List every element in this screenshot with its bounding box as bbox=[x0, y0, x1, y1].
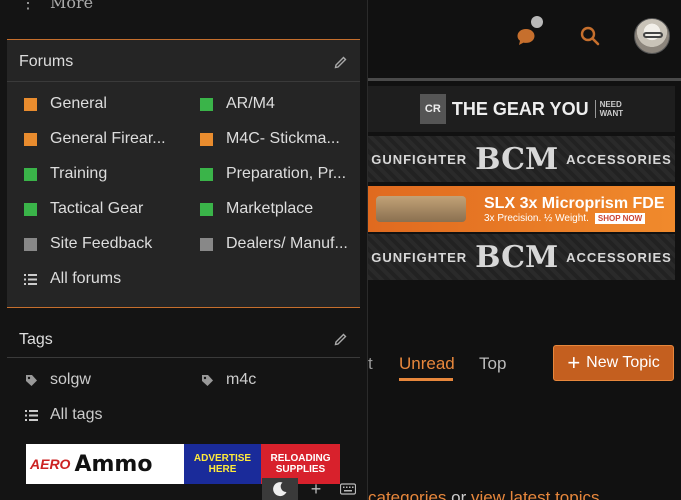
all-forums-link[interactable]: All forums bbox=[24, 270, 121, 288]
banner-bcm-2[interactable]: ★ GUNFIGHTER BCM ACCESSORIES ★ bbox=[368, 234, 675, 280]
nav-item-partial[interactable]: t bbox=[368, 354, 373, 374]
scope-image bbox=[376, 196, 466, 222]
forum-tactical-gear[interactable]: Tactical Gear bbox=[24, 200, 143, 218]
bcm-right: ACCESSORIES bbox=[566, 151, 672, 167]
forum-preparation[interactable]: Preparation, Pr... bbox=[200, 165, 346, 183]
tag-m4c[interactable]: m4c bbox=[201, 371, 256, 389]
forum-marketplace[interactable]: Marketplace bbox=[200, 200, 313, 218]
more-vertical-icon: ⋮ bbox=[20, 0, 36, 12]
gear-text: THE GEAR YOU bbox=[451, 98, 589, 119]
nav-item-unread[interactable]: Unread bbox=[399, 354, 455, 374]
bcm-logo: BCM bbox=[475, 239, 559, 275]
forum-training[interactable]: Training bbox=[24, 165, 107, 183]
forum-dealers[interactable]: Dealers/ Manuf... bbox=[200, 235, 348, 253]
edit-forums-button[interactable] bbox=[332, 53, 350, 71]
category-color-square bbox=[24, 167, 37, 181]
tags-divider bbox=[7, 357, 360, 358]
gear-logo: CR bbox=[419, 94, 446, 124]
category-color-square bbox=[200, 167, 213, 181]
bcm-logo: BCM bbox=[475, 141, 559, 177]
ammo-text: Ammo bbox=[74, 451, 153, 477]
pencil-icon bbox=[334, 56, 347, 69]
tags-title[interactable]: Tags bbox=[19, 331, 53, 349]
edit-tags-button[interactable] bbox=[332, 330, 350, 348]
plus-icon: + bbox=[567, 350, 581, 375]
user-avatar[interactable] bbox=[634, 18, 670, 54]
sidebar-more[interactable]: ⋮ More bbox=[20, 0, 93, 12]
forum-general[interactable]: General bbox=[24, 95, 107, 113]
categories-link[interactable]: categories bbox=[368, 488, 446, 500]
main-content: CR THE GEAR YOU NEED WANT ★ GUNFIGHTER B… bbox=[368, 0, 681, 500]
active-underline bbox=[399, 378, 453, 381]
bcm-left: GUNFIGHTER bbox=[371, 249, 468, 265]
category-color-square bbox=[24, 97, 37, 111]
moon-icon bbox=[273, 482, 287, 497]
sidebar: ⋮ More Forums General AR/M4 General Fire… bbox=[0, 0, 368, 500]
category-color-square bbox=[200, 237, 213, 251]
notification-dot bbox=[531, 16, 543, 28]
new-topic-label: New Topic bbox=[586, 354, 660, 371]
footer-links: categories or view latest topics bbox=[368, 488, 681, 500]
bcm-left: GUNFIGHTER bbox=[371, 151, 468, 167]
slx-headline: SLX 3x Microprism FDE bbox=[484, 194, 665, 212]
plus-icon: + bbox=[310, 478, 322, 499]
keyboard-shortcuts-button[interactable] bbox=[336, 478, 360, 500]
or-text: or bbox=[446, 488, 471, 500]
shop-now-button[interactable]: SHOP NOW bbox=[594, 212, 646, 224]
ad-aero-ammo[interactable]: AERO Ammo bbox=[26, 444, 184, 484]
category-color-square bbox=[24, 202, 37, 216]
aero-brand: AERO bbox=[30, 456, 71, 472]
gear-need-want: NEED WANT bbox=[594, 100, 623, 118]
search-icon bbox=[580, 26, 600, 46]
more-label: More bbox=[50, 0, 94, 12]
category-color-square bbox=[24, 237, 37, 251]
list-icon bbox=[25, 409, 38, 421]
search-button[interactable] bbox=[576, 22, 604, 50]
tag-solgw[interactable]: solgw bbox=[25, 371, 91, 389]
pencil-icon bbox=[334, 333, 347, 346]
tag-icon bbox=[202, 374, 213, 386]
banner-slx[interactable]: SLX 3x Microprism FDE 3x Precision. ½ We… bbox=[368, 186, 675, 232]
header-divider bbox=[368, 78, 681, 81]
banner-gear[interactable]: CR THE GEAR YOU NEED WANT bbox=[368, 86, 675, 132]
latest-topics-link[interactable]: view latest topics bbox=[471, 488, 600, 500]
banner-bcm-1[interactable]: ★ GUNFIGHTER BCM ACCESSORIES ★ bbox=[368, 136, 675, 182]
ad-advertise-here[interactable]: ADVERTISE HERE bbox=[184, 444, 261, 484]
category-color-square bbox=[200, 97, 213, 111]
nav-item-top[interactable]: Top bbox=[479, 354, 506, 374]
forum-general-firearms[interactable]: General Firear... bbox=[24, 130, 166, 148]
bcm-right: ACCESSORIES bbox=[566, 249, 672, 265]
slx-sub: 3x Precision. ½ Weight. SHOP NOW bbox=[484, 212, 646, 224]
new-topic-button[interactable]: + New Topic bbox=[553, 345, 674, 381]
forums-section: Forums General AR/M4 General Firear... M… bbox=[7, 39, 360, 308]
category-color-square bbox=[24, 132, 37, 146]
tag-icon bbox=[26, 374, 37, 386]
category-color-square bbox=[200, 132, 213, 146]
add-button[interactable]: + bbox=[303, 478, 329, 500]
category-color-square bbox=[200, 202, 213, 216]
all-tags-link[interactable]: All tags bbox=[25, 406, 102, 424]
avatar-glasses bbox=[643, 32, 663, 38]
theme-toggle-button[interactable] bbox=[262, 478, 298, 500]
list-icon bbox=[24, 273, 37, 285]
forum-site-feedback[interactable]: Site Feedback bbox=[24, 235, 152, 253]
forums-divider bbox=[7, 81, 360, 82]
keyboard-icon bbox=[340, 483, 356, 495]
chat-icon bbox=[517, 29, 535, 45]
forum-m4c-stickman[interactable]: M4C- Stickma... bbox=[200, 130, 340, 148]
forum-ar-m4[interactable]: AR/M4 bbox=[200, 95, 275, 113]
forums-title[interactable]: Forums bbox=[19, 53, 73, 71]
